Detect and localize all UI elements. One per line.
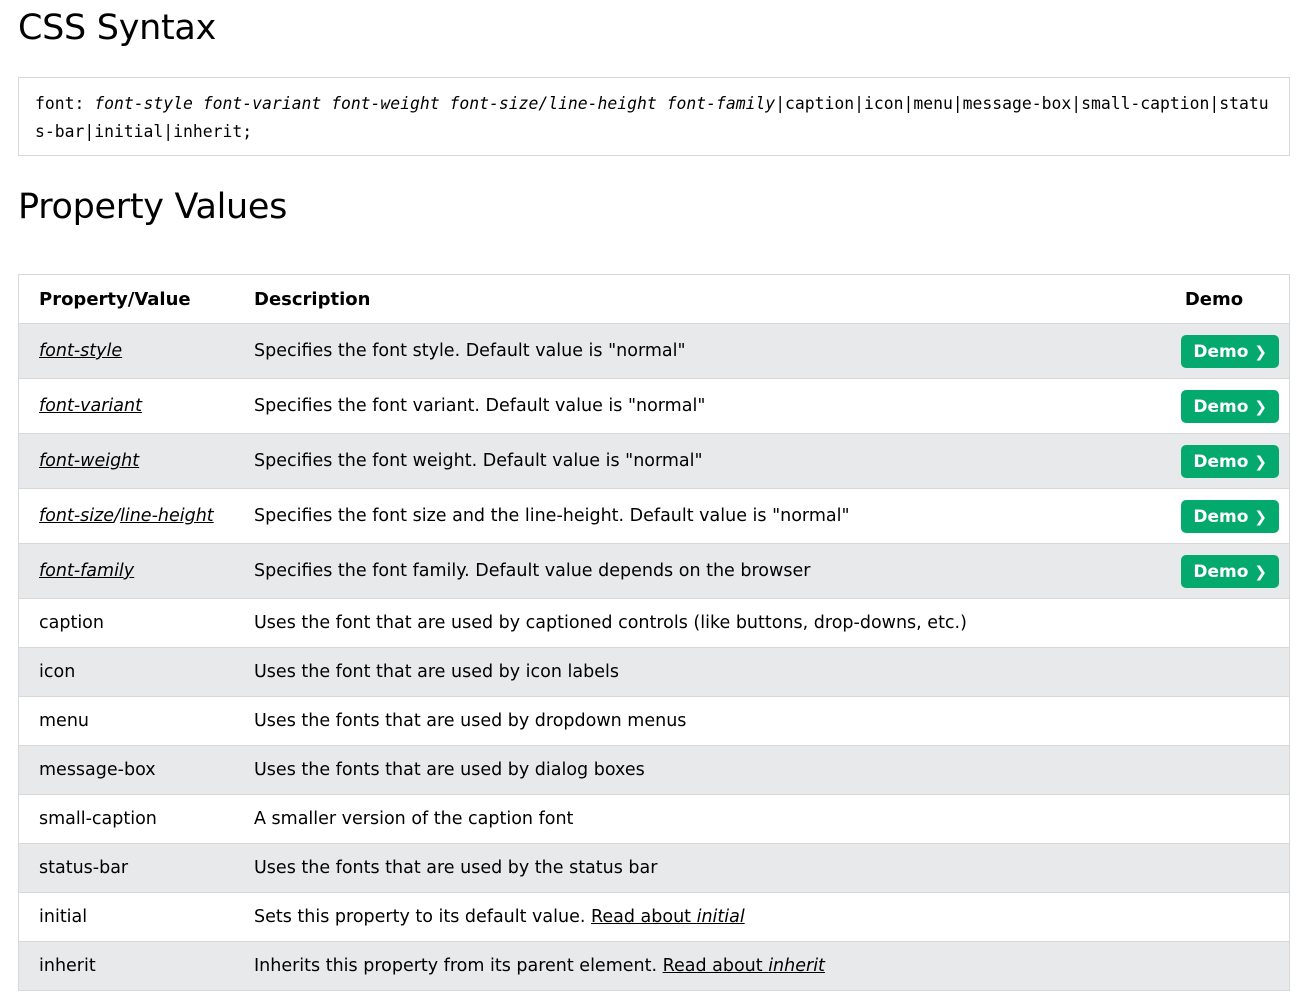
property-link[interactable]: font-size	[39, 506, 114, 526]
demo-cell	[1169, 598, 1290, 648]
syntax-arg: font-style	[94, 94, 193, 113]
property-cell: initial	[18, 892, 234, 942]
property-cell: font-variant	[18, 378, 234, 434]
description-cell: Uses the fonts that are used by dropdown…	[234, 696, 1169, 746]
table-row: font-style Specifies the font style. Def…	[18, 323, 1290, 379]
property-values-heading: Property Values	[18, 187, 288, 227]
read-about-text: Read about	[662, 956, 769, 976]
demo-button[interactable]: Demo ❯	[1181, 444, 1279, 478]
description-cell: Sets this property to its default value.…	[234, 892, 1169, 942]
property-cell: message-box	[18, 745, 234, 795]
table-row: message-box Uses the fonts that are used…	[18, 745, 1290, 795]
description-text: Inherits this property from its parent e…	[254, 956, 663, 976]
demo-cell	[1169, 892, 1290, 942]
property-link[interactable]: font-style	[39, 341, 122, 361]
demo-button-label: Demo	[1193, 341, 1249, 362]
description-cell: Uses the font that are used by captioned…	[234, 598, 1169, 648]
syntax-arg: font-size/line-height	[449, 94, 657, 113]
header-description: Description	[254, 288, 371, 310]
table-row: font-size/line-height Specifies the font…	[18, 488, 1290, 544]
property-link[interactable]: font-family	[39, 561, 134, 581]
description-cell: Specifies the font variant. Default valu…	[234, 378, 1169, 434]
property-cell: inherit	[18, 941, 234, 991]
property-cell: font-style	[18, 323, 234, 379]
table-row: inherit Inherits this property from its …	[18, 941, 1290, 991]
syntax-arg: font-family	[666, 94, 776, 113]
property-cell: caption	[18, 598, 234, 648]
chevron-right-icon: ❯	[1254, 452, 1267, 471]
header-property: Property/Value	[39, 288, 191, 310]
property-cell: icon	[18, 647, 234, 697]
demo-button-label: Demo	[1193, 561, 1249, 582]
table-row: font-weight Specifies the font weight. D…	[18, 433, 1290, 489]
description-cell: Specifies the font style. Default value …	[234, 323, 1169, 379]
syntax-arg: font-weight	[331, 94, 440, 113]
property-link[interactable]: font-weight	[39, 451, 139, 471]
page: CSS Syntax font: font-style font-variant…	[0, 0, 1305, 1004]
property-cell: font-size/line-height	[18, 488, 234, 544]
demo-cell: Demo ❯	[1169, 378, 1290, 434]
chevron-right-icon: ❯	[1254, 397, 1267, 416]
demo-cell	[1169, 794, 1290, 844]
property-link[interactable]: font-variant	[39, 396, 142, 416]
demo-button[interactable]: Demo ❯	[1181, 554, 1279, 588]
demo-button[interactable]: Demo ❯	[1181, 499, 1279, 533]
property-cell: menu	[18, 696, 234, 746]
demo-button-label: Demo	[1193, 451, 1249, 472]
css-syntax-heading: CSS Syntax	[18, 8, 216, 48]
header-demo: Demo	[1184, 288, 1244, 310]
property-cell: font-family	[18, 543, 234, 599]
property-values-table: Property/Value Description Demo font-sty…	[18, 274, 1290, 991]
description-cell: Inherits this property from its parent e…	[234, 941, 1169, 991]
description-cell: A smaller version of the caption font	[234, 794, 1169, 844]
read-about-keyword: initial	[696, 907, 745, 927]
demo-button[interactable]: Demo ❯	[1181, 389, 1279, 423]
description-cell: Specifies the font size and the line-hei…	[234, 488, 1169, 544]
demo-button[interactable]: Demo ❯	[1181, 334, 1279, 368]
property-link[interactable]: line-height	[120, 506, 214, 526]
read-about-keyword: inherit	[768, 956, 825, 976]
table-header-row: Property/Value Description Demo	[19, 275, 1290, 324]
table-row: font-variant Specifies the font variant.…	[18, 378, 1290, 434]
demo-cell	[1169, 647, 1290, 697]
demo-cell	[1169, 696, 1290, 746]
description-cell: Uses the fonts that are used by dialog b…	[234, 745, 1169, 795]
description-text: Sets this property to its default value.	[254, 907, 591, 927]
syntax-code-block: font: font-style font-variant font-weigh…	[18, 77, 1290, 156]
syntax-prefix: font:	[35, 94, 95, 113]
demo-cell	[1169, 745, 1290, 795]
description-cell: Uses the font that are used by icon labe…	[234, 647, 1169, 697]
demo-cell: Demo ❯	[1169, 323, 1290, 379]
read-about-text: Read about	[591, 907, 697, 927]
description-cell: Specifies the font weight. Default value…	[234, 433, 1169, 489]
table-row: initial Sets this property to its defaul…	[18, 892, 1290, 942]
demo-cell	[1169, 843, 1290, 893]
property-cell: status-bar	[18, 843, 234, 893]
syntax-arg: font-variant	[202, 94, 322, 113]
table-row: small-caption A smaller version of the c…	[18, 794, 1290, 844]
demo-button-label: Demo	[1193, 396, 1249, 417]
description-cell: Uses the fonts that are used by the stat…	[234, 843, 1169, 893]
property-cell: font-weight	[18, 433, 234, 489]
description-cell: Specifies the font family. Default value…	[234, 543, 1169, 599]
property-cell: small-caption	[18, 794, 234, 844]
read-about-initial-link[interactable]: Read about initial	[591, 907, 745, 927]
table-row: icon Uses the font that are used by icon…	[18, 647, 1290, 697]
table-row: status-bar Uses the fonts that are used …	[18, 843, 1290, 893]
demo-cell: Demo ❯	[1169, 433, 1290, 489]
demo-cell	[1169, 941, 1290, 991]
chevron-right-icon: ❯	[1254, 562, 1267, 581]
read-about-inherit-link[interactable]: Read about inherit	[663, 956, 825, 976]
demo-cell: Demo ❯	[1169, 543, 1290, 599]
table-row: menu Uses the fonts that are used by dro…	[18, 696, 1290, 746]
demo-button-label: Demo	[1193, 506, 1249, 527]
chevron-right-icon: ❯	[1254, 342, 1267, 361]
chevron-right-icon: ❯	[1254, 507, 1267, 526]
table-row: caption Uses the font that are used by c…	[18, 598, 1290, 648]
table-row: font-family Specifies the font family. D…	[18, 543, 1290, 599]
demo-cell: Demo ❯	[1169, 488, 1290, 544]
